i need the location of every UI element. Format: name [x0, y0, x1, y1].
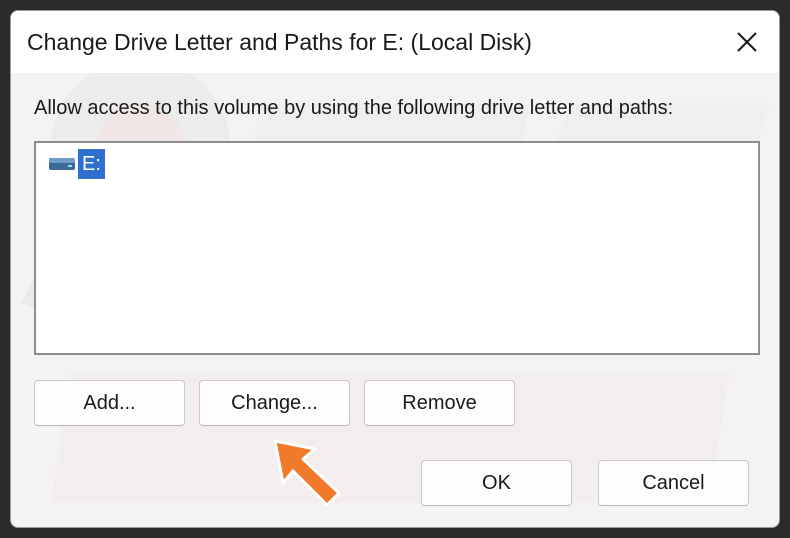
close-icon	[737, 32, 757, 52]
remove-button[interactable]: Remove	[364, 380, 515, 426]
add-button[interactable]: Add...	[34, 380, 185, 426]
list-item-label: E:	[78, 149, 105, 179]
close-button[interactable]	[715, 11, 779, 73]
drive-paths-listbox[interactable]: E:	[34, 141, 760, 355]
ok-button[interactable]: OK	[421, 460, 572, 506]
change-drive-letter-dialog: Change Drive Letter and Paths for E: (Lo…	[10, 10, 780, 528]
drive-icon	[49, 158, 75, 170]
cancel-button[interactable]: Cancel	[598, 460, 749, 506]
change-button[interactable]: Change...	[199, 380, 350, 426]
dialog-title: Change Drive Letter and Paths for E: (Lo…	[27, 29, 532, 55]
arrow-pointer-icon	[273, 439, 341, 507]
title-bar: Change Drive Letter and Paths for E: (Lo…	[11, 11, 779, 73]
instruction-text: Allow access to this volume by using the…	[34, 97, 674, 119]
list-item[interactable]: E:	[48, 149, 105, 179]
